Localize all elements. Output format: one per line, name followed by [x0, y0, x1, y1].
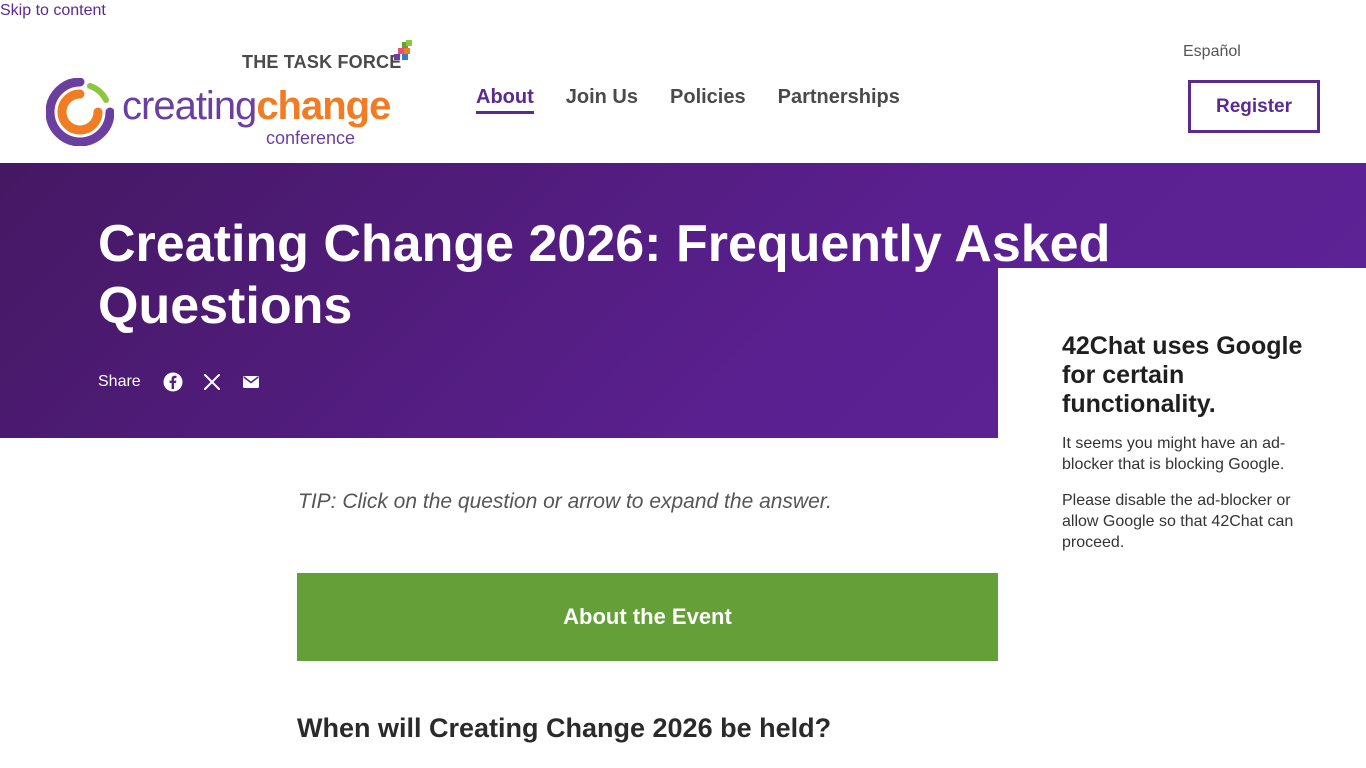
- share-bar: Share: [98, 372, 280, 392]
- register-button[interactable]: Register: [1188, 80, 1320, 133]
- tip-text: TIP: Click on the question or arrow to e…: [298, 490, 832, 513]
- task-force-arrows-icon: [394, 40, 412, 60]
- chat-notice-title: 42Chat uses Google for certain functiona…: [1062, 332, 1303, 418]
- chat-adblock-notice-panel: 42Chat uses Google for certain functiona…: [998, 268, 1366, 768]
- language-switch-link[interactable]: Español: [1183, 43, 1241, 61]
- chat-notice-text-1: It seems you might have an ad-blocker th…: [1062, 435, 1286, 473]
- creating-change-ring-icon: [46, 78, 114, 146]
- email-icon[interactable]: [241, 372, 261, 392]
- chat-notice-text-2: Please disable the ad-blocker or allow G…: [1062, 492, 1294, 551]
- nav-item-partnerships[interactable]: Partnerships: [778, 86, 900, 114]
- nav-item-policies[interactable]: Policies: [670, 86, 746, 114]
- faq-question[interactable]: When will Creating Change 2026 be held?: [297, 713, 831, 744]
- main-nav: About Join Us Policies Partnerships: [476, 86, 900, 114]
- creating-change-logo[interactable]: THE TASK FORCE creatingchange conference: [46, 40, 416, 150]
- skip-to-content-link[interactable]: Skip to content: [0, 2, 106, 20]
- share-label: Share: [98, 373, 141, 390]
- nav-item-about[interactable]: About: [476, 86, 534, 114]
- facebook-icon[interactable]: [163, 372, 183, 392]
- task-force-label: THE TASK FORCE: [242, 52, 402, 72]
- logo-conference-label: conference: [266, 128, 356, 148]
- x-icon[interactable]: [202, 372, 222, 392]
- nav-item-join-us[interactable]: Join Us: [566, 86, 638, 114]
- about-the-event-section-header[interactable]: About the Event: [297, 573, 998, 661]
- logo-wordmark: creatingchange: [122, 84, 391, 128]
